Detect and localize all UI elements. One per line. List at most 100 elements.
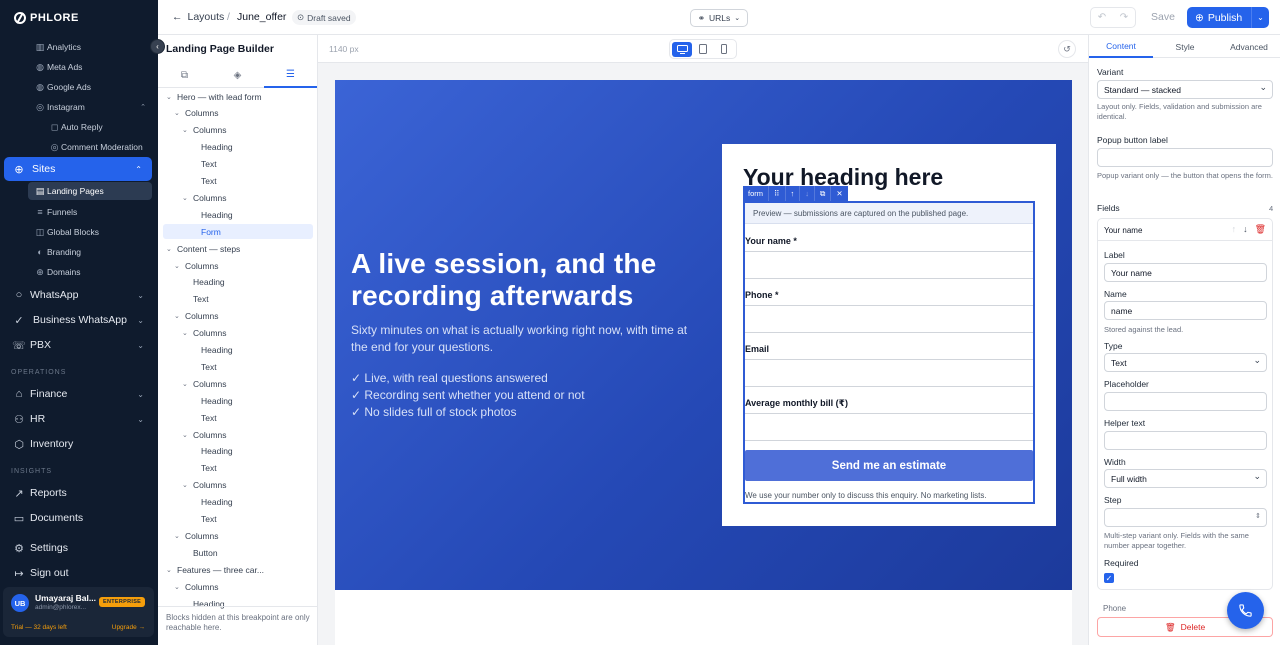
tree-node[interactable]: Text: [201, 461, 217, 476]
sidebar-item-pbx[interactable]: ☏ PBX ⌄: [0, 333, 158, 357]
tab-add-blocks[interactable]: ⧉: [158, 62, 211, 88]
tree-node[interactable]: Text: [201, 359, 217, 374]
tree-node[interactable]: ⌄ Columns: [174, 528, 219, 543]
sidebar-item-comment-moderation[interactable]: ◎ Comment Moderation: [0, 138, 158, 156]
hero-subtext[interactable]: Sixty minutes on what is actually workin…: [351, 322, 696, 356]
stepper-icon[interactable]: ⇕: [1255, 512, 1261, 520]
tree-node[interactable]: ⌄ Columns: [174, 579, 219, 594]
tree-node[interactable]: ⌄ Columns: [174, 106, 219, 121]
tree-node[interactable]: Text: [193, 292, 209, 307]
tree-node[interactable]: ⌄ Features — three car...: [166, 562, 264, 577]
tree-node[interactable]: ⌄ Content — steps: [166, 241, 240, 256]
field-type-select[interactable]: Text: [1104, 353, 1267, 372]
field-label-input[interactable]: Your name: [1104, 263, 1267, 282]
chevron-down-icon[interactable]: ⌄: [174, 532, 185, 540]
tree-node[interactable]: ⌄ Columns: [182, 123, 227, 138]
chevron-down-icon[interactable]: ⌄: [182, 329, 193, 337]
required-checkbox[interactable]: ✓: [1104, 573, 1114, 583]
drag-handle-icon[interactable]: ⠿: [769, 186, 786, 201]
brand-logo[interactable]: PHLORE: [0, 0, 158, 36]
publish-options-chevron-icon[interactable]: ⌄: [1251, 7, 1269, 28]
arrow-down-icon[interactable]: ↓: [1243, 224, 1248, 235]
tree-node[interactable]: ⌄ Hero — with lead form: [166, 89, 262, 104]
tab-tree[interactable]: ☰: [264, 62, 317, 88]
tab-layers[interactable]: ◈: [211, 62, 264, 88]
hero-bullet[interactable]: ✓ No slides full of stock photos: [351, 405, 696, 419]
save-button[interactable]: Save: [1151, 11, 1175, 23]
sidebar-item-branding[interactable]: ◐ Branding: [0, 243, 158, 261]
arrow-up-icon[interactable]: ↑: [1232, 224, 1237, 235]
sidebar-item-inventory[interactable]: ⬡ Inventory: [0, 432, 158, 456]
tablet-view-button[interactable]: [693, 42, 713, 57]
name-input[interactable]: [745, 251, 1033, 279]
chevron-down-icon[interactable]: ⌄: [166, 566, 177, 574]
publish-button[interactable]: ⊕ Publish ⌄: [1187, 7, 1269, 28]
sidebar-item-auto-reply[interactable]: ◻ Auto Reply: [0, 118, 158, 136]
sidebar-item-analytics[interactable]: ▥ Analytics: [0, 38, 158, 56]
mobile-view-button[interactable]: [714, 42, 734, 57]
chevron-down-icon[interactable]: ⌄: [166, 93, 177, 101]
chevron-down-icon[interactable]: ⌄: [182, 431, 193, 439]
tree-node[interactable]: Text: [201, 157, 217, 172]
tree-node[interactable]: Form: [163, 224, 313, 240]
tree-node[interactable]: ⌄ Columns: [182, 326, 227, 341]
sidebar-item-reports[interactable]: ↗ Reports: [0, 481, 158, 505]
tree-node[interactable]: ⌄ Columns: [182, 478, 227, 493]
next-section[interactable]: [335, 590, 1072, 645]
duplicate-icon[interactable]: ⧉: [815, 186, 832, 201]
desktop-view-button[interactable]: [672, 41, 693, 57]
sidebar-item-funnels[interactable]: ≡ Funnels: [0, 203, 158, 221]
tab-content[interactable]: Content: [1089, 35, 1153, 58]
tree-node[interactable]: Heading: [193, 596, 225, 611]
hero-bullet[interactable]: ✓ Recording sent whether you attend or n…: [351, 388, 696, 402]
tree-node[interactable]: Heading: [201, 140, 233, 155]
tree-node[interactable]: Text: [201, 410, 217, 425]
tree-node[interactable]: Heading: [201, 393, 233, 408]
collapse-sidebar-button[interactable]: ‹: [150, 39, 165, 54]
urls-dropdown[interactable]: ⚭ URLs ⌄: [690, 9, 748, 27]
sidebar-item-instagram[interactable]: ◎ Instagram ⌃: [0, 98, 158, 116]
close-icon[interactable]: ✕: [831, 186, 847, 201]
sidebar-item-documents[interactable]: ▭ Documents: [0, 506, 158, 530]
chevron-down-icon[interactable]: ⌄: [174, 262, 185, 270]
tree-node[interactable]: Heading: [193, 275, 225, 290]
sidebar-item-global-blocks[interactable]: ◫ Global Blocks: [0, 223, 158, 241]
sidebar-item-meta-ads[interactable]: ◍ Meta Ads: [0, 58, 158, 76]
field-width-select[interactable]: Full width: [1104, 469, 1267, 488]
chevron-down-icon[interactable]: ⌄: [174, 583, 185, 591]
chevron-down-icon[interactable]: ⌄: [174, 109, 185, 117]
phone-input[interactable]: [745, 305, 1033, 333]
sidebar-item-landing-pages[interactable]: ▤ Landing Pages: [28, 182, 152, 200]
tree-node[interactable]: Text: [201, 174, 217, 189]
chevron-down-icon[interactable]: ⌄: [174, 312, 185, 320]
tree-node[interactable]: ⌄ Columns: [174, 309, 219, 324]
tab-advanced[interactable]: Advanced: [1217, 35, 1280, 58]
chevron-down-icon[interactable]: ⌄: [182, 380, 193, 388]
move-up-icon[interactable]: ↑: [786, 186, 801, 201]
sidebar-item-settings[interactable]: ⚙ Settings: [0, 536, 158, 560]
field-helper-text-input[interactable]: [1104, 431, 1267, 450]
chevron-down-icon[interactable]: ⌄: [182, 126, 193, 134]
sidebar-item-domains[interactable]: ⊕ Domains: [0, 263, 158, 281]
tree-node[interactable]: ⌄ Columns: [182, 190, 227, 205]
tree-node[interactable]: ⌄ Columns: [174, 258, 219, 273]
hero-section[interactable]: A live session, and the recording afterw…: [335, 80, 1072, 590]
tree-node[interactable]: Heading: [201, 495, 233, 510]
variant-select[interactable]: Standard — stacked: [1097, 80, 1273, 99]
tree-node[interactable]: ⌄ Columns: [182, 376, 227, 391]
tree-node[interactable]: Heading: [201, 444, 233, 459]
sidebar-item-finance[interactable]: ⌂ Finance ⌄: [0, 382, 158, 406]
sidebar-item-business-whatsapp[interactable]: ✓ Business WhatsApp ⌄: [0, 308, 158, 332]
sidebar-item-sites[interactable]: ⊕ Sites ⌃: [4, 157, 152, 181]
sidebar-item-whatsapp[interactable]: ○ WhatsApp ⌄: [0, 283, 158, 307]
chevron-down-icon[interactable]: ⌄: [166, 245, 177, 253]
field-card-header[interactable]: Your name ↑ ↓ 🗑: [1098, 219, 1272, 241]
tree-node[interactable]: Button: [193, 545, 218, 560]
sidebar-item-google-ads[interactable]: ◍ Google Ads: [0, 78, 158, 96]
move-down-icon[interactable]: ↓: [800, 186, 815, 201]
trash-icon[interactable]: 🗑: [1255, 224, 1266, 235]
redo-icon[interactable]: ↷: [1120, 12, 1128, 23]
undo-icon[interactable]: ↶: [1098, 12, 1106, 23]
popup-button-label-input[interactable]: [1097, 148, 1273, 167]
tab-style[interactable]: Style: [1153, 35, 1217, 58]
